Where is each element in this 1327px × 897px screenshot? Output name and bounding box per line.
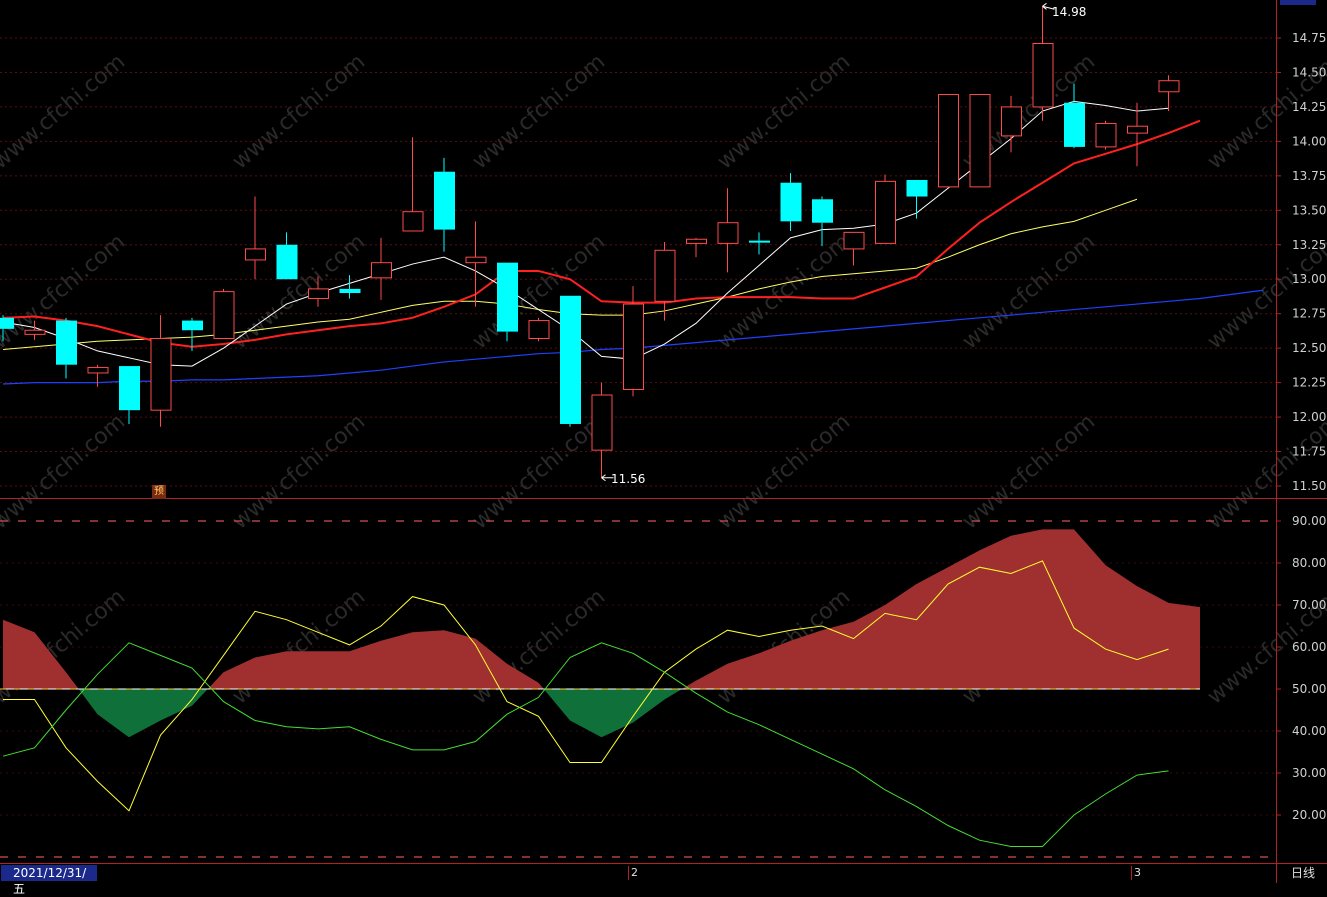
candle-body-down (56, 320, 77, 365)
watermark-text: www.cfchi.com (0, 49, 130, 174)
candle-body-down (780, 182, 802, 222)
top-right-tag (1280, 0, 1316, 5)
candle-body-up (87, 366, 109, 374)
candle-body-up (24, 329, 46, 335)
candle-body-up (1095, 122, 1117, 148)
osc-area-below (78, 689, 683, 738)
watermark-text: www.cfchi.com (0, 409, 130, 534)
low-price-label: 11.56 (611, 472, 645, 486)
watermark-text: www.cfchi.com (468, 49, 610, 174)
candle-body-up (402, 211, 424, 232)
candle-body-up (1001, 106, 1022, 137)
price-tick-label: 12.25 (1292, 376, 1326, 390)
watermark-text: www.cfchi.com (958, 229, 1100, 354)
candle-body-up (969, 94, 991, 188)
candle-body-down (749, 240, 770, 243)
candle-body-up (528, 320, 550, 340)
month-mark-mar: 3 (1131, 866, 1141, 880)
price-tick-label: 11.50 (1292, 479, 1326, 493)
forecast-tag: 预 (152, 485, 166, 499)
candle-body-down (276, 244, 298, 280)
candle-body-up (717, 222, 739, 244)
candle-body-up (1032, 43, 1054, 108)
high-price-label: 14.98 (1052, 5, 1086, 19)
watermark-text: www.cfchi.com (228, 49, 370, 174)
candle-body-up (1158, 80, 1180, 93)
timeframe-label[interactable]: 日线 (1283, 864, 1323, 882)
candle-body-up (591, 394, 613, 451)
watermark-text: www.cfchi.com (958, 409, 1100, 534)
candle-body-up (465, 256, 487, 264)
candle-body-up (308, 288, 329, 300)
osc-tick-label: 50.00 (1292, 682, 1326, 696)
price-tick-label: 12.75 (1292, 307, 1326, 321)
osc-tick-label: 80.00 (1292, 556, 1326, 570)
candle-body-up (245, 248, 266, 261)
price-tick-label: 12.00 (1292, 410, 1326, 424)
candle-body-up (843, 231, 865, 250)
candle-body-up (938, 94, 959, 188)
watermark-text: www.cfchi.com (228, 409, 370, 534)
osc-tick-label: 90.00 (1292, 514, 1326, 528)
watermark-text: www.cfchi.com (713, 49, 855, 174)
osc-tick-label: 30.00 (1292, 766, 1326, 780)
candle-body-down (339, 288, 361, 294)
candle-body-up (623, 303, 644, 391)
candle-body-down (182, 320, 203, 331)
price-tick-label: 14.50 (1292, 65, 1326, 79)
month-mark-feb: 2 (628, 866, 638, 880)
price-tick-label: 13.75 (1292, 169, 1326, 183)
candle-body-up (150, 338, 172, 411)
candle-body-down (906, 179, 928, 197)
price-tick-label: 12.50 (1292, 341, 1326, 355)
price-tick-label: 11.75 (1292, 445, 1326, 459)
price-tick-label: 14.75 (1292, 31, 1326, 45)
candle-body-down (812, 199, 833, 223)
candle-body-up (1127, 125, 1148, 134)
watermark-text: www.cfchi.com (713, 409, 855, 534)
candle-body-down (497, 262, 518, 332)
oscillator-panel (0, 520, 1276, 858)
osc-tick-label: 60.00 (1292, 640, 1326, 654)
price-tick-label: 14.25 (1292, 100, 1326, 114)
candle-body-down (560, 295, 581, 424)
osc-tick-label: 70.00 (1292, 598, 1326, 612)
candle-body-down (1064, 102, 1085, 147)
candle-body-up (875, 180, 896, 244)
price-tick-label: 13.50 (1292, 203, 1326, 217)
watermark-text: www.cfchi.com (468, 409, 610, 534)
candle-body-up (686, 238, 707, 244)
osc-tick-label: 40.00 (1292, 724, 1326, 738)
candle-body-down (119, 366, 140, 411)
price-tick-label: 13.00 (1292, 272, 1326, 286)
cursor-date-label: 2021/12/31/五 (1, 865, 97, 896)
price-tick-label: 14.00 (1292, 134, 1326, 148)
osc-tick-label: 20.00 (1292, 808, 1326, 822)
watermark-text: www.cfchi.com (713, 229, 855, 354)
price-tick-label: 13.25 (1292, 238, 1326, 252)
candle-body-down (434, 171, 455, 230)
candle-body-down (0, 317, 14, 329)
chart-canvas[interactable]: www.cfchi.com www.cfchi.com www.cfchi.com w… (0, 0, 1327, 883)
candle-body-up (371, 262, 392, 279)
candle-body-up (213, 291, 235, 340)
candle-body-up (654, 249, 676, 302)
